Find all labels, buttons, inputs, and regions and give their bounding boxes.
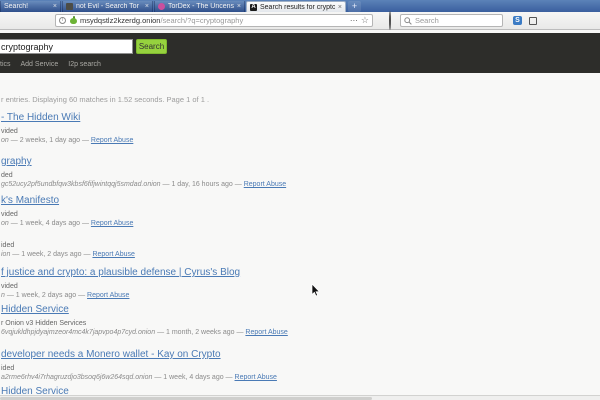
search-result: k's Manifesto vided on — 1 week, 4 days … [1,195,596,228]
page-actions-icon[interactable]: ⋯ [350,16,358,25]
result-description: ided [1,242,596,250]
result-description: ded [1,172,596,180]
horizontal-scrollbar[interactable] [0,395,600,400]
tab-tordex[interactable]: TorDex - The Uncensored Tor Se × [154,1,245,12]
navigation-toolbar: i msydqstlz2kzerdg.onion /search/?q=cryp… [0,12,600,30]
toolbar-search-field[interactable]: Search [400,14,503,27]
page-content: Search tics Add Service I2p search r ent… [0,30,600,400]
bookmark-star-icon[interactable]: ☆ [361,16,369,25]
report-abuse-link[interactable]: Report Abuse [235,374,277,381]
onion-icon [70,17,77,24]
nav-link-i2p-search[interactable]: I2p search [68,61,101,68]
report-abuse-link[interactable]: Report Abuse [245,329,287,336]
result-onion-url: 6vqjukldhpjdyajmzeor4mc4k7japvpo4p7cyd.o… [1,329,155,336]
result-description: ided [1,365,596,373]
result-description: vided [1,283,596,291]
result-onion-url: n [1,292,5,299]
result-onion-url: on [1,137,9,144]
result-age: — 1 day, 16 hours ago — [163,181,242,188]
tab-close-icon[interactable]: × [53,3,57,10]
report-abuse-link[interactable]: Report Abuse [92,251,134,258]
result-title-link[interactable]: graphy [1,156,596,168]
url-domain: msydqstlz2kzerdg.onion [80,16,160,25]
result-age: — 1 week, 4 days ago — [154,374,232,381]
result-title-link[interactable]: developer needs a Monero wallet - Kay on… [1,349,596,361]
noscript-icon[interactable]: S [513,16,522,25]
tab-bar: Search! × not Evil - Search Tor × TorDex… [0,0,600,12]
results-summary: r entries. Displaying 60 matches in 1.52… [1,95,209,104]
panel-icon[interactable] [529,17,537,25]
result-description: r Onion v3 Hidden Services [1,320,596,328]
result-title-link[interactable] [1,226,596,238]
search-result: - The Hidden Wiki vided on — 2 weeks, 1 … [1,112,596,145]
result-age: — 2 weeks, 1 day ago — [11,137,89,144]
tab-notevil[interactable]: not Evil - Search Tor × [62,1,153,12]
shield-button[interactable] [389,12,391,30]
site-search-input[interactable] [0,39,133,54]
result-meta: a2rme6rhv4i7rhagruzdjo3bsoq6j6w264sqd.on… [1,374,596,382]
site-search-button[interactable]: Search [136,39,167,54]
circle-icon [389,11,391,30]
search-icon [404,17,412,25]
report-abuse-link[interactable]: Report Abuse [87,292,129,299]
tab-ahmia-active[interactable]: A Search results for cryptography × [246,1,346,12]
search-result: Hidden Service r Onion v3 Hidden Service… [1,304,596,337]
result-meta: on — 2 weeks, 1 day ago — Report Abuse [1,137,596,145]
result-title-link[interactable]: Hidden Service [1,304,596,316]
ahmia-favicon: A [250,4,257,11]
tab-title: Search! [4,3,50,10]
result-onion-url: a2rme6rhv4i7rhagruzdjo3bsoq6j6w264sqd.on… [1,374,152,381]
search-result: ided ion — 1 week, 2 days ago — Report A… [1,226,596,259]
nav-link-add-service[interactable]: Add Service [21,61,59,68]
result-age: — 1 week, 2 days ago — [7,292,85,299]
nav-link-statistics[interactable]: tics [0,61,11,68]
url-path: /search/?q=cryptography [160,16,346,25]
tab-torch[interactable]: Search! × [0,1,61,12]
report-abuse-link[interactable]: Report Abuse [244,181,286,188]
new-tab-button[interactable]: + [348,1,361,12]
result-age: — 1 month, 2 weeks ago — [157,329,243,336]
result-title-link[interactable]: k's Manifesto [1,195,596,207]
tab-close-icon[interactable]: × [237,3,241,10]
tab-title: TorDex - The Uncensored Tor Se [168,3,234,10]
result-meta: gc52ucy2pf5undbfqw3kbsf6fifjwintqqj5smda… [1,181,596,189]
tab-close-icon[interactable]: × [338,4,342,11]
tab-title: Search results for cryptography [260,4,335,11]
result-meta: 6vqjukldhpjdyajmzeor4mc4k7japvpo4p7cyd.o… [1,329,596,337]
result-description: vided [1,211,596,219]
result-description: vided [1,128,596,136]
search-result: graphy ded gc52ucy2pf5undbfqw3kbsf6fifjw… [1,156,596,189]
result-meta: n — 1 week, 2 days ago — Report Abuse [1,292,596,300]
browser-window: Search! × not Evil - Search Tor × TorDex… [0,0,600,400]
tordex-favicon [158,3,165,10]
url-bar[interactable]: i msydqstlz2kzerdg.onion /search/?q=cryp… [55,14,373,27]
site-nav-links: tics Add Service I2p search [0,61,101,68]
tab-title: not Evil - Search Tor [76,3,142,10]
tab-close-icon[interactable]: × [145,3,149,10]
mouse-cursor [311,284,322,297]
search-result: f justice and crypto: a plausible defens… [1,267,596,300]
result-age: — 1 week, 2 days ago — [12,251,90,258]
site-search-header: Search tics Add Service I2p search [0,33,600,73]
result-onion-url: gc52ucy2pf5undbfqw3kbsf6fifjwintqqj5smda… [1,181,161,188]
notevil-favicon [66,3,73,10]
toolbar-search-placeholder: Search [415,16,439,25]
search-result: developer needs a Monero wallet - Kay on… [1,349,596,382]
result-onion-url: ion [1,251,10,258]
result-meta: ion — 1 week, 2 days ago — Report Abuse [1,251,596,259]
result-title-link[interactable]: - The Hidden Wiki [1,112,596,124]
result-title-link[interactable]: f justice and crypto: a plausible defens… [1,267,596,279]
site-info-icon[interactable]: i [59,17,66,24]
report-abuse-link[interactable]: Report Abuse [91,137,133,144]
